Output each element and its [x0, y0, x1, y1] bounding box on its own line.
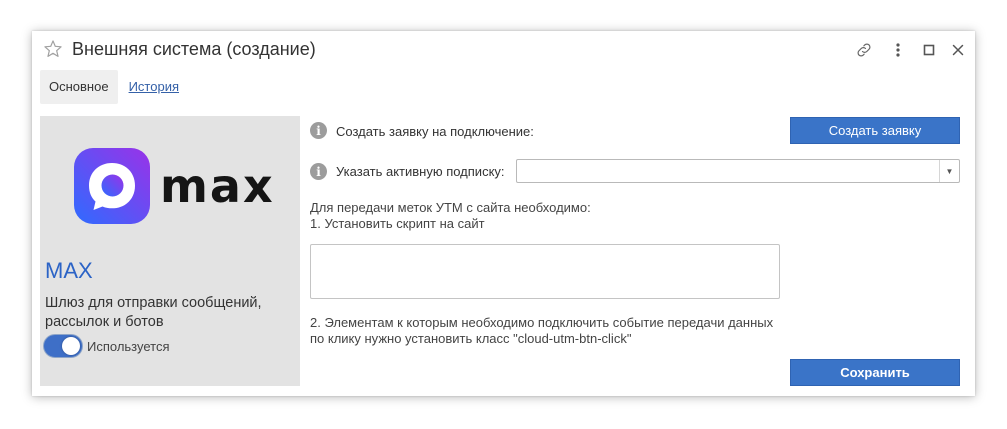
- utm-intro: Для передачи меток УТМ с сайта необходим…: [310, 200, 591, 215]
- tab-bar: Основное История: [40, 70, 188, 104]
- subscription-select[interactable]: ▼: [516, 159, 960, 183]
- utm-step1: 1. Установить скрипт на сайт: [310, 216, 485, 231]
- max-logo-text: max: [160, 159, 275, 213]
- more-vertical-icon[interactable]: [888, 40, 908, 60]
- title-bar: Внешняя система (создание): [32, 31, 975, 69]
- max-logo-mark: [74, 148, 150, 224]
- chevron-down-icon[interactable]: ▼: [939, 160, 959, 182]
- form-window: Внешняя система (создание) Основное Исто…: [32, 31, 975, 396]
- system-card: max MAX Шлюз для отправки сообщений, рас…: [40, 116, 300, 386]
- link-icon[interactable]: [854, 40, 874, 60]
- system-description: Шлюз для отправки сообщений, рассылок и …: [45, 295, 262, 330]
- tab-history[interactable]: История: [120, 70, 188, 104]
- maximize-icon[interactable]: [919, 40, 939, 60]
- subscription-label: Указать активную подписку:: [336, 164, 505, 179]
- save-button[interactable]: Сохранить: [790, 359, 960, 386]
- utm-step2-line2: по клику нужно установить класс "cloud-u…: [310, 331, 632, 346]
- tab-main[interactable]: Основное: [40, 70, 118, 104]
- create-request-button[interactable]: Создать заявку: [790, 117, 960, 144]
- close-icon[interactable]: [948, 40, 968, 60]
- request-label: Создать заявку на подключение:: [336, 124, 534, 139]
- info-icon[interactable]: i: [310, 122, 327, 139]
- usage-toggle-row: Используется: [43, 334, 170, 358]
- max-logo: max: [74, 148, 273, 224]
- star-icon[interactable]: [42, 38, 64, 60]
- usage-toggle-label: Используется: [87, 338, 170, 354]
- window-title: Внешняя система (создание): [72, 39, 316, 59]
- system-name: MAX: [45, 258, 93, 283]
- script-input[interactable]: [310, 244, 780, 299]
- toggle-knob: [62, 337, 80, 355]
- info-icon[interactable]: i: [310, 163, 327, 180]
- usage-toggle[interactable]: [43, 334, 83, 358]
- utm-step2-line1: 2. Элементам к которым необходимо подклю…: [310, 315, 774, 330]
